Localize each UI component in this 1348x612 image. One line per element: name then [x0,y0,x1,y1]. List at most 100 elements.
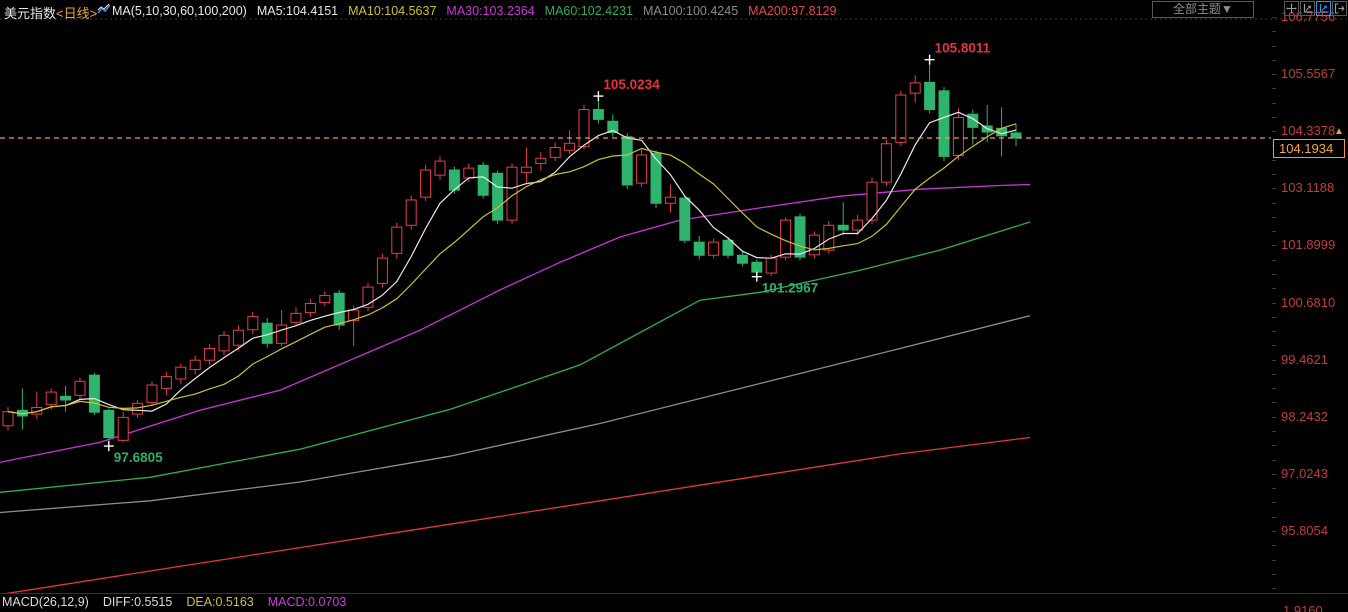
ma-param-label: MA(5,10,30,60,100,200) [112,4,247,18]
candle[interactable] [953,118,963,156]
y-axis-label: 98.2432 [1281,410,1328,424]
price-annotation: 105.8011 [935,41,991,56]
candle[interactable] [550,148,560,158]
axis-tick [1272,288,1276,289]
candle[interactable] [565,143,575,150]
candlestick-chart[interactable]: 97.6805105.0234101.2967105.8011 [0,0,1348,593]
candle[interactable] [320,296,330,303]
mini-chart-icon[interactable] [97,3,111,16]
candle[interactable] [89,375,99,412]
candle[interactable] [406,200,416,225]
ma5-line [8,112,1016,414]
extreme-marker-icon [752,272,762,282]
candle[interactable] [881,144,891,182]
candle[interactable] [219,335,229,350]
candle[interactable] [161,377,171,389]
candle[interactable] [377,258,387,283]
candle[interactable] [61,396,71,400]
axis-tick [1272,360,1276,361]
y-axis-label: 100.6810 [1281,296,1335,310]
axis-scale-icon[interactable] [1300,1,1315,16]
candle[interactable] [651,153,661,203]
candle[interactable] [46,392,56,405]
theme-dropdown-button[interactable]: 全部主题▼ [1152,1,1254,18]
price-annotation: 101.2967 [762,281,818,296]
axis-tick [1272,117,1276,118]
candle[interactable] [536,158,546,163]
candle[interactable] [939,91,949,157]
candle[interactable] [248,317,258,330]
axis-tick [1272,402,1276,403]
candle[interactable] [521,167,531,172]
current-price-box: 104.1934 [1273,139,1345,158]
candle[interactable] [118,417,128,440]
candle[interactable] [838,225,848,230]
candle[interactable] [925,82,935,109]
axis-tick [1272,345,1276,346]
candle[interactable] [752,262,762,272]
axis-tick [1272,160,1276,161]
candle[interactable] [291,313,301,322]
axis-tick [1272,88,1276,89]
candle[interactable] [392,227,402,253]
candle[interactable] [147,385,157,402]
exit-right-icon[interactable] [1332,1,1347,16]
period-label[interactable]: <日线> [56,6,97,21]
candle[interactable] [910,83,920,93]
candle[interactable] [853,220,863,230]
latest-price-arrow-icon[interactable]: ▲ [1334,126,1344,137]
candle[interactable] [435,161,445,175]
panel-divider [0,593,1348,594]
symbol-title: 美元指数<日线> [4,3,97,22]
macd-diff-value: DIFF:0.5515 [103,595,172,609]
candle[interactable] [737,255,747,263]
ma30-line [0,185,1030,463]
macd-value: MACD:0.0703 [268,595,347,609]
axis-tick [1272,331,1276,332]
candle[interactable] [176,367,186,379]
candle[interactable] [593,110,603,120]
candle[interactable] [709,242,719,255]
candle[interactable] [809,235,819,255]
candle[interactable] [133,403,143,414]
y-axis-label: 103.1188 [1281,181,1334,195]
candle[interactable] [1011,133,1021,138]
axis-tick [1272,488,1276,489]
candle[interactable] [104,410,114,437]
axis-tick [1272,374,1276,375]
candle[interactable] [579,110,589,147]
axis-tick [1272,303,1276,304]
axis-tick [1272,60,1276,61]
candle[interactable] [464,168,474,178]
candle[interactable] [665,197,675,203]
candle[interactable] [75,381,85,395]
candle[interactable] [637,155,647,183]
candle[interactable] [493,173,503,220]
move-icon[interactable] [1284,1,1299,16]
candle[interactable] [305,304,315,313]
candle[interactable] [233,330,243,345]
candle[interactable] [622,137,632,185]
candle[interactable] [334,293,344,325]
toolbar-icons [1284,1,1347,16]
axis-tick [1272,188,1276,189]
candle[interactable] [766,258,776,273]
axis-tick [1272,317,1276,318]
axis-tick [1272,388,1276,389]
candle[interactable] [190,360,200,369]
candle[interactable] [795,217,805,257]
candle[interactable] [277,325,287,343]
candle[interactable] [478,165,488,195]
ma-value-ma5: MA5:104.4151 [257,4,338,18]
candle[interactable] [896,95,906,142]
candle[interactable] [723,240,733,255]
axis-scale-active-icon[interactable] [1316,1,1331,16]
axis-tick [1272,131,1276,132]
candle[interactable] [3,412,13,426]
candle[interactable] [680,198,690,240]
axis-tick [1272,103,1276,104]
macd-axis-partial-value: 1.9160 [1283,603,1323,612]
candle[interactable] [421,170,431,197]
candle[interactable] [205,348,215,360]
candle[interactable] [694,242,704,255]
